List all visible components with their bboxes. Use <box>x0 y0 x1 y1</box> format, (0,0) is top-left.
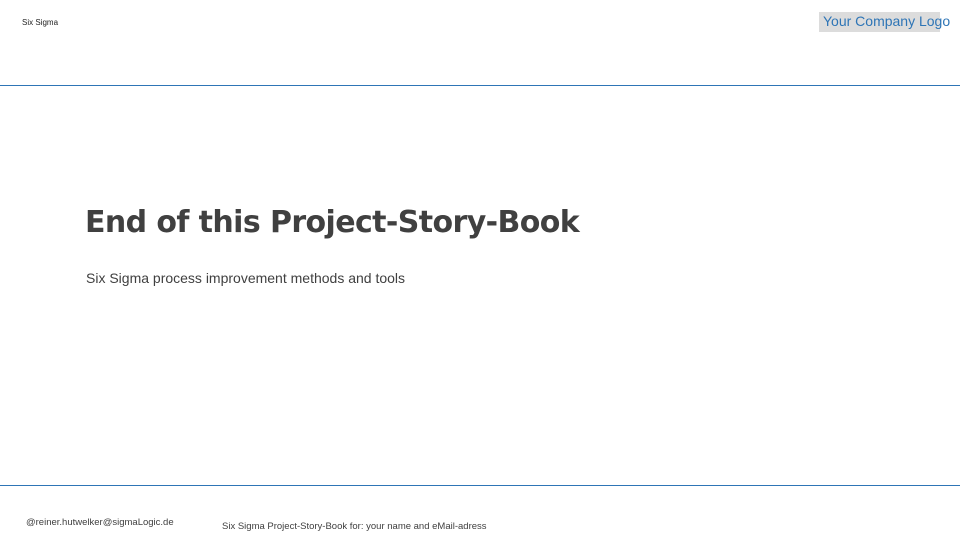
page-title: End of this Project-Story-Book <box>85 205 580 240</box>
header-divider <box>0 85 960 86</box>
page-subtitle: Six Sigma process improvement methods an… <box>86 270 406 286</box>
header-label: Six Sigma <box>22 18 59 27</box>
footer-center-text: Six Sigma Project-Story-Book for: your n… <box>222 521 487 532</box>
company-logo-text: Your Company Logo <box>823 13 951 29</box>
footer-email: @reiner.hutwelker@sigmaLogic.de <box>26 517 174 528</box>
footer-divider <box>0 485 960 486</box>
